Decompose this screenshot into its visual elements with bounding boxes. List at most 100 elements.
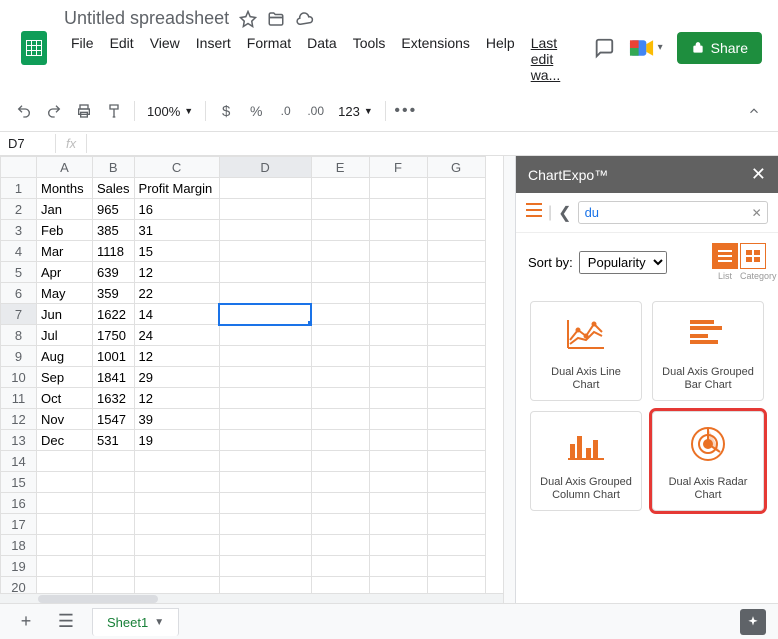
increase-decimal-icon[interactable]: .00 <box>302 97 330 125</box>
all-sheets-button[interactable]: ☰ <box>52 608 80 636</box>
cell[interactable] <box>219 241 311 262</box>
menu-view[interactable]: View <box>143 31 187 87</box>
cell[interactable]: Jun <box>37 304 93 325</box>
cell[interactable] <box>427 577 485 594</box>
cell[interactable]: 39 <box>134 409 219 430</box>
clear-search-icon[interactable]: ✕ <box>752 206 762 220</box>
cell[interactable] <box>369 304 427 325</box>
cell[interactable] <box>369 514 427 535</box>
redo-icon[interactable] <box>40 97 68 125</box>
cell[interactable] <box>219 577 311 594</box>
cell[interactable] <box>311 325 369 346</box>
cell[interactable] <box>369 199 427 220</box>
cell[interactable] <box>134 556 219 577</box>
row-header-10[interactable]: 10 <box>1 367 37 388</box>
cell[interactable]: 16 <box>134 199 219 220</box>
cell[interactable] <box>311 535 369 556</box>
close-icon[interactable]: ✕ <box>751 164 766 185</box>
cell[interactable] <box>37 451 93 472</box>
cell[interactable]: 15 <box>134 241 219 262</box>
cell[interactable] <box>37 514 93 535</box>
collapse-toolbar-icon[interactable] <box>740 97 768 125</box>
cell[interactable]: 1632 <box>93 388 135 409</box>
row-header-3[interactable]: 3 <box>1 220 37 241</box>
formula-input[interactable] <box>87 134 778 153</box>
percent-icon[interactable]: % <box>242 97 270 125</box>
cell[interactable]: 12 <box>134 262 219 283</box>
cell[interactable] <box>219 325 311 346</box>
explore-button[interactable] <box>740 609 766 635</box>
cell[interactable]: Dec <box>37 430 93 451</box>
cell[interactable]: May <box>37 283 93 304</box>
col-header-D[interactable]: D <box>219 157 311 178</box>
menu-file[interactable]: File <box>64 31 101 87</box>
view-category-button[interactable] <box>740 243 766 269</box>
view-list-button[interactable] <box>712 243 738 269</box>
sheet-tab[interactable]: Sheet1 ▼ <box>92 608 179 636</box>
row-header-20[interactable]: 20 <box>1 577 37 594</box>
cell[interactable]: Feb <box>37 220 93 241</box>
cell[interactable]: 12 <box>134 388 219 409</box>
cell[interactable] <box>311 283 369 304</box>
chart-card[interactable]: Dual Axis Radar Chart <box>652 411 764 511</box>
cell[interactable] <box>369 556 427 577</box>
cell[interactable] <box>369 493 427 514</box>
cell[interactable]: Aug <box>37 346 93 367</box>
cell[interactable]: Months <box>37 178 93 199</box>
cell[interactable] <box>219 178 311 199</box>
cell[interactable] <box>311 577 369 594</box>
cell[interactable] <box>37 493 93 514</box>
row-header-9[interactable]: 9 <box>1 346 37 367</box>
cell[interactable] <box>219 430 311 451</box>
cell[interactable]: Profit Margin <box>134 178 219 199</box>
cell[interactable] <box>37 556 93 577</box>
cell[interactable] <box>93 556 135 577</box>
paint-format-icon[interactable] <box>100 97 128 125</box>
cell[interactable] <box>219 493 311 514</box>
cell[interactable] <box>311 514 369 535</box>
horizontal-scrollbar[interactable] <box>0 593 503 603</box>
cell[interactable] <box>369 535 427 556</box>
more-tools-icon[interactable]: ••• <box>392 97 420 125</box>
cell[interactable]: 14 <box>134 304 219 325</box>
cell[interactable]: 24 <box>134 325 219 346</box>
cell[interactable]: 1841 <box>93 367 135 388</box>
cell[interactable] <box>37 535 93 556</box>
cell[interactable]: Jul <box>37 325 93 346</box>
cell[interactable] <box>219 556 311 577</box>
cell[interactable] <box>219 367 311 388</box>
menu-data[interactable]: Data <box>300 31 344 87</box>
cell[interactable] <box>311 346 369 367</box>
cell[interactable] <box>311 199 369 220</box>
cell[interactable] <box>134 535 219 556</box>
vertical-scrollbar[interactable] <box>503 156 515 603</box>
cell[interactable] <box>311 556 369 577</box>
cell[interactable] <box>427 346 485 367</box>
cell[interactable] <box>369 472 427 493</box>
cell[interactable] <box>427 409 485 430</box>
cell[interactable] <box>37 472 93 493</box>
cell[interactable]: Mar <box>37 241 93 262</box>
cell[interactable] <box>219 472 311 493</box>
cell[interactable] <box>311 220 369 241</box>
cell[interactable] <box>311 493 369 514</box>
menu-extensions[interactable]: Extensions <box>394 31 476 87</box>
cell[interactable]: Sales <box>93 178 135 199</box>
cell[interactable] <box>369 388 427 409</box>
cell[interactable] <box>311 388 369 409</box>
print-icon[interactable] <box>70 97 98 125</box>
share-button[interactable]: Share <box>677 32 762 64</box>
col-header-G[interactable]: G <box>427 157 485 178</box>
row-header-14[interactable]: 14 <box>1 451 37 472</box>
cell[interactable]: Nov <box>37 409 93 430</box>
menu-tools[interactable]: Tools <box>346 31 393 87</box>
row-header-13[interactable]: 13 <box>1 430 37 451</box>
cell[interactable] <box>427 451 485 472</box>
cell[interactable] <box>311 178 369 199</box>
cell[interactable] <box>219 535 311 556</box>
row-header-4[interactable]: 4 <box>1 241 37 262</box>
cell[interactable] <box>369 220 427 241</box>
cell[interactable] <box>427 388 485 409</box>
cell[interactable] <box>93 472 135 493</box>
cell[interactable] <box>369 409 427 430</box>
